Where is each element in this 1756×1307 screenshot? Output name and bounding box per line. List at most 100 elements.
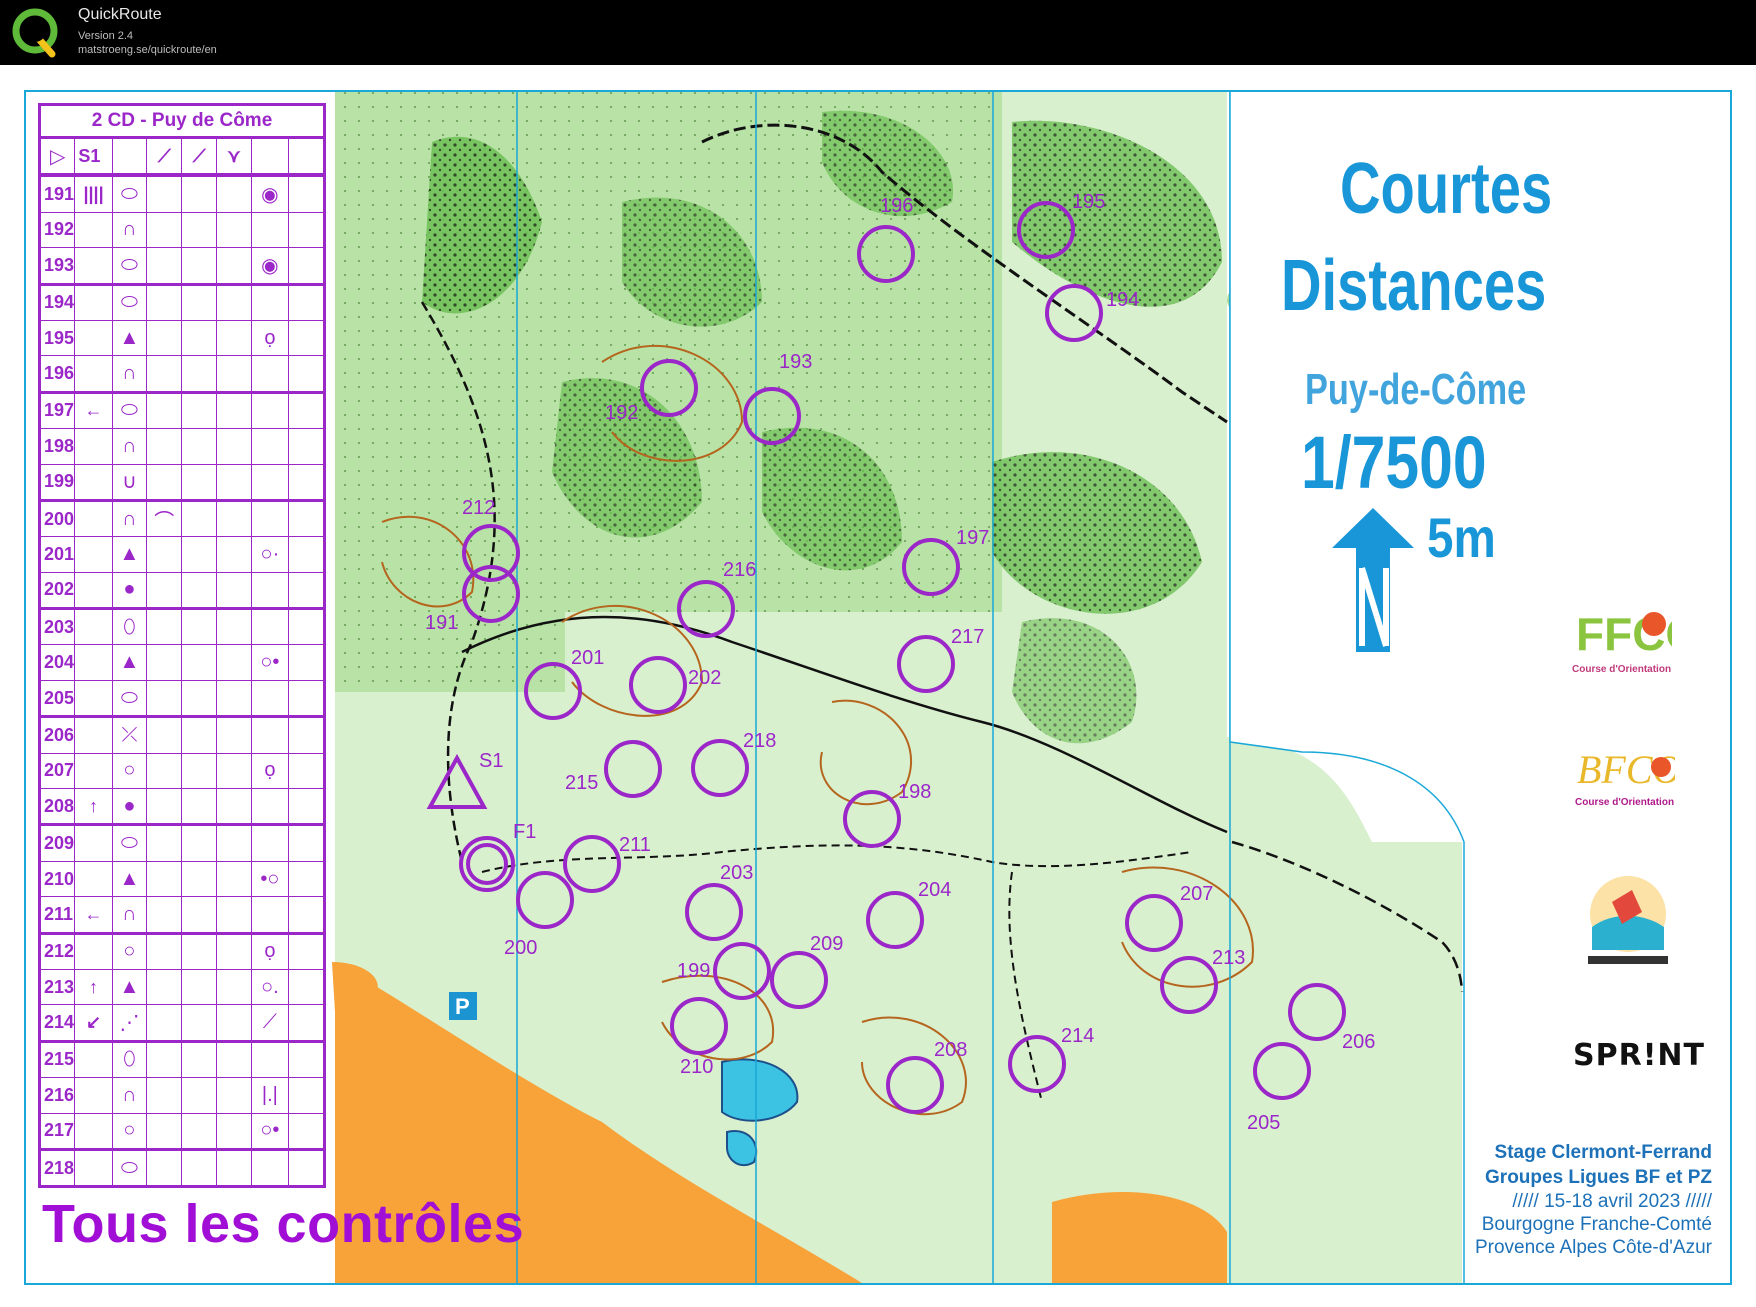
knoll-icon: ∩ xyxy=(122,902,137,925)
title-bar: QuickRoute Version 2.4 matstroeng.se/qui… xyxy=(0,0,1756,65)
other-cell xyxy=(287,247,325,285)
other-cell xyxy=(287,931,325,970)
detail-cell xyxy=(146,679,183,718)
feature-cell: ∪ xyxy=(111,463,148,501)
bfco-subtitle: Course d'Orientation xyxy=(1575,797,1675,808)
circle-icon: ○ xyxy=(123,1119,136,1142)
appearance-cell xyxy=(181,390,217,430)
circle-dot-icon: ◉ xyxy=(261,254,279,277)
description-row: 201 ▲ ○· xyxy=(39,536,325,573)
appearance-cell xyxy=(181,282,217,321)
location-cell: |.| xyxy=(251,1077,289,1114)
control-code: 202 xyxy=(39,571,76,610)
direction-cell xyxy=(74,715,113,754)
svg-text:199: 199 xyxy=(677,960,710,982)
direction-cell xyxy=(74,428,113,465)
control-code: 201 xyxy=(39,536,76,573)
appearance-cell xyxy=(181,536,217,573)
app-name: QuickRoute xyxy=(78,6,162,23)
direction-cell xyxy=(74,679,113,718)
other-cell xyxy=(287,679,325,718)
svg-text:206: 206 xyxy=(1342,1031,1375,1053)
other-cell xyxy=(287,968,325,1006)
junction-icon: ⋎ xyxy=(215,135,253,175)
map-scale: 1/7500 xyxy=(1301,421,1487,504)
feature-cell: ⬭ xyxy=(111,390,148,430)
svg-text:198: 198 xyxy=(898,781,931,803)
description-row: 209 ⬭ xyxy=(39,823,325,862)
detail-cell xyxy=(146,1039,183,1079)
detail-cell xyxy=(146,931,183,970)
dimension-cell xyxy=(215,823,253,862)
appearance-cell xyxy=(181,679,217,718)
description-row: 191 |||| ⬭ ◉ xyxy=(39,174,325,213)
description-row: 195 ▲ ọ xyxy=(39,319,325,357)
feature-cell: ▲ xyxy=(111,644,148,681)
direction-cell xyxy=(74,282,113,321)
feature-cell: ⬭ xyxy=(111,679,148,718)
detail-cell xyxy=(146,823,183,862)
direction-cell xyxy=(74,211,113,249)
svg-text:209: 209 xyxy=(810,933,843,955)
direction-cell xyxy=(74,1039,113,1079)
circle-dot-icon: ◉ xyxy=(261,184,279,207)
oval-icon: ⬯ xyxy=(123,615,136,638)
control-code: 206 xyxy=(39,715,76,754)
description-row: 200 ∩ ⌒ xyxy=(39,498,325,538)
appearance-cell xyxy=(181,463,217,501)
direction-cell xyxy=(74,1112,113,1150)
location-cell: ○• xyxy=(251,644,289,681)
description-row: 211 ← ∩ xyxy=(39,896,325,934)
direction-cell xyxy=(74,247,113,285)
dimension-cell xyxy=(215,247,253,285)
feature-cell: ∩ xyxy=(111,498,148,538)
feature-cell: ⬭ xyxy=(111,282,148,321)
location-cell: ọ xyxy=(251,752,289,790)
triangle-icon: ▲ xyxy=(119,326,140,349)
feature-cell: ○ xyxy=(111,752,148,790)
description-row: 207 ○ ọ xyxy=(39,752,325,790)
control-code: 198 xyxy=(39,428,76,465)
description-row: 215 ⬯ xyxy=(39,1039,325,1079)
dimension-cell xyxy=(215,463,253,501)
svg-text:207: 207 xyxy=(1180,883,1213,905)
description-row: 217 ○ ○• xyxy=(39,1112,325,1150)
location-cell xyxy=(251,823,289,862)
oval-icon: ⬯ xyxy=(123,1048,136,1071)
appearance-cell xyxy=(181,174,217,213)
other-cell xyxy=(287,355,325,393)
location-cell xyxy=(251,1039,289,1079)
control-code: 200 xyxy=(39,498,76,538)
feature-cell: ⬭ xyxy=(111,823,148,862)
appearance-cell xyxy=(181,931,217,970)
circle-top-icon: ọ xyxy=(264,326,276,349)
other-cell xyxy=(287,644,325,681)
other-cell xyxy=(287,1147,325,1187)
detail-cell xyxy=(146,968,183,1006)
knoll-icon: ∩ xyxy=(122,218,137,241)
direction-cell: ↑ xyxy=(74,968,113,1006)
dimension-cell xyxy=(215,319,253,357)
appearance-cell xyxy=(181,644,217,681)
control-code: 218 xyxy=(39,1147,76,1187)
other-cell xyxy=(287,174,325,213)
other-cell xyxy=(287,896,325,934)
bfco-logo: BFCO Course d'Orientation xyxy=(1575,745,1685,808)
description-row: 197 ← ⬭ xyxy=(39,390,325,430)
detail-cell xyxy=(146,860,183,898)
feature-cell: ∩ xyxy=(111,428,148,465)
direction-cell xyxy=(74,498,113,538)
ffco-subtitle: Course d'Orientation xyxy=(1572,664,1672,675)
knoll-icon: ∩ xyxy=(122,507,137,530)
appearance-cell xyxy=(181,319,217,357)
appearance-cell xyxy=(181,428,217,465)
description-row: 204 ▲ ○• xyxy=(39,644,325,681)
feature-cell: ∩ xyxy=(111,211,148,249)
feature-cell: ▲ xyxy=(111,860,148,898)
circle-w-icon: •○ xyxy=(260,867,280,890)
feature-cell: ⋰ xyxy=(111,1004,148,1042)
feature-cell: ⬭ xyxy=(111,174,148,213)
dimension-cell xyxy=(215,607,253,646)
other-cell xyxy=(287,607,325,646)
svg-text:194: 194 xyxy=(1106,289,1139,311)
